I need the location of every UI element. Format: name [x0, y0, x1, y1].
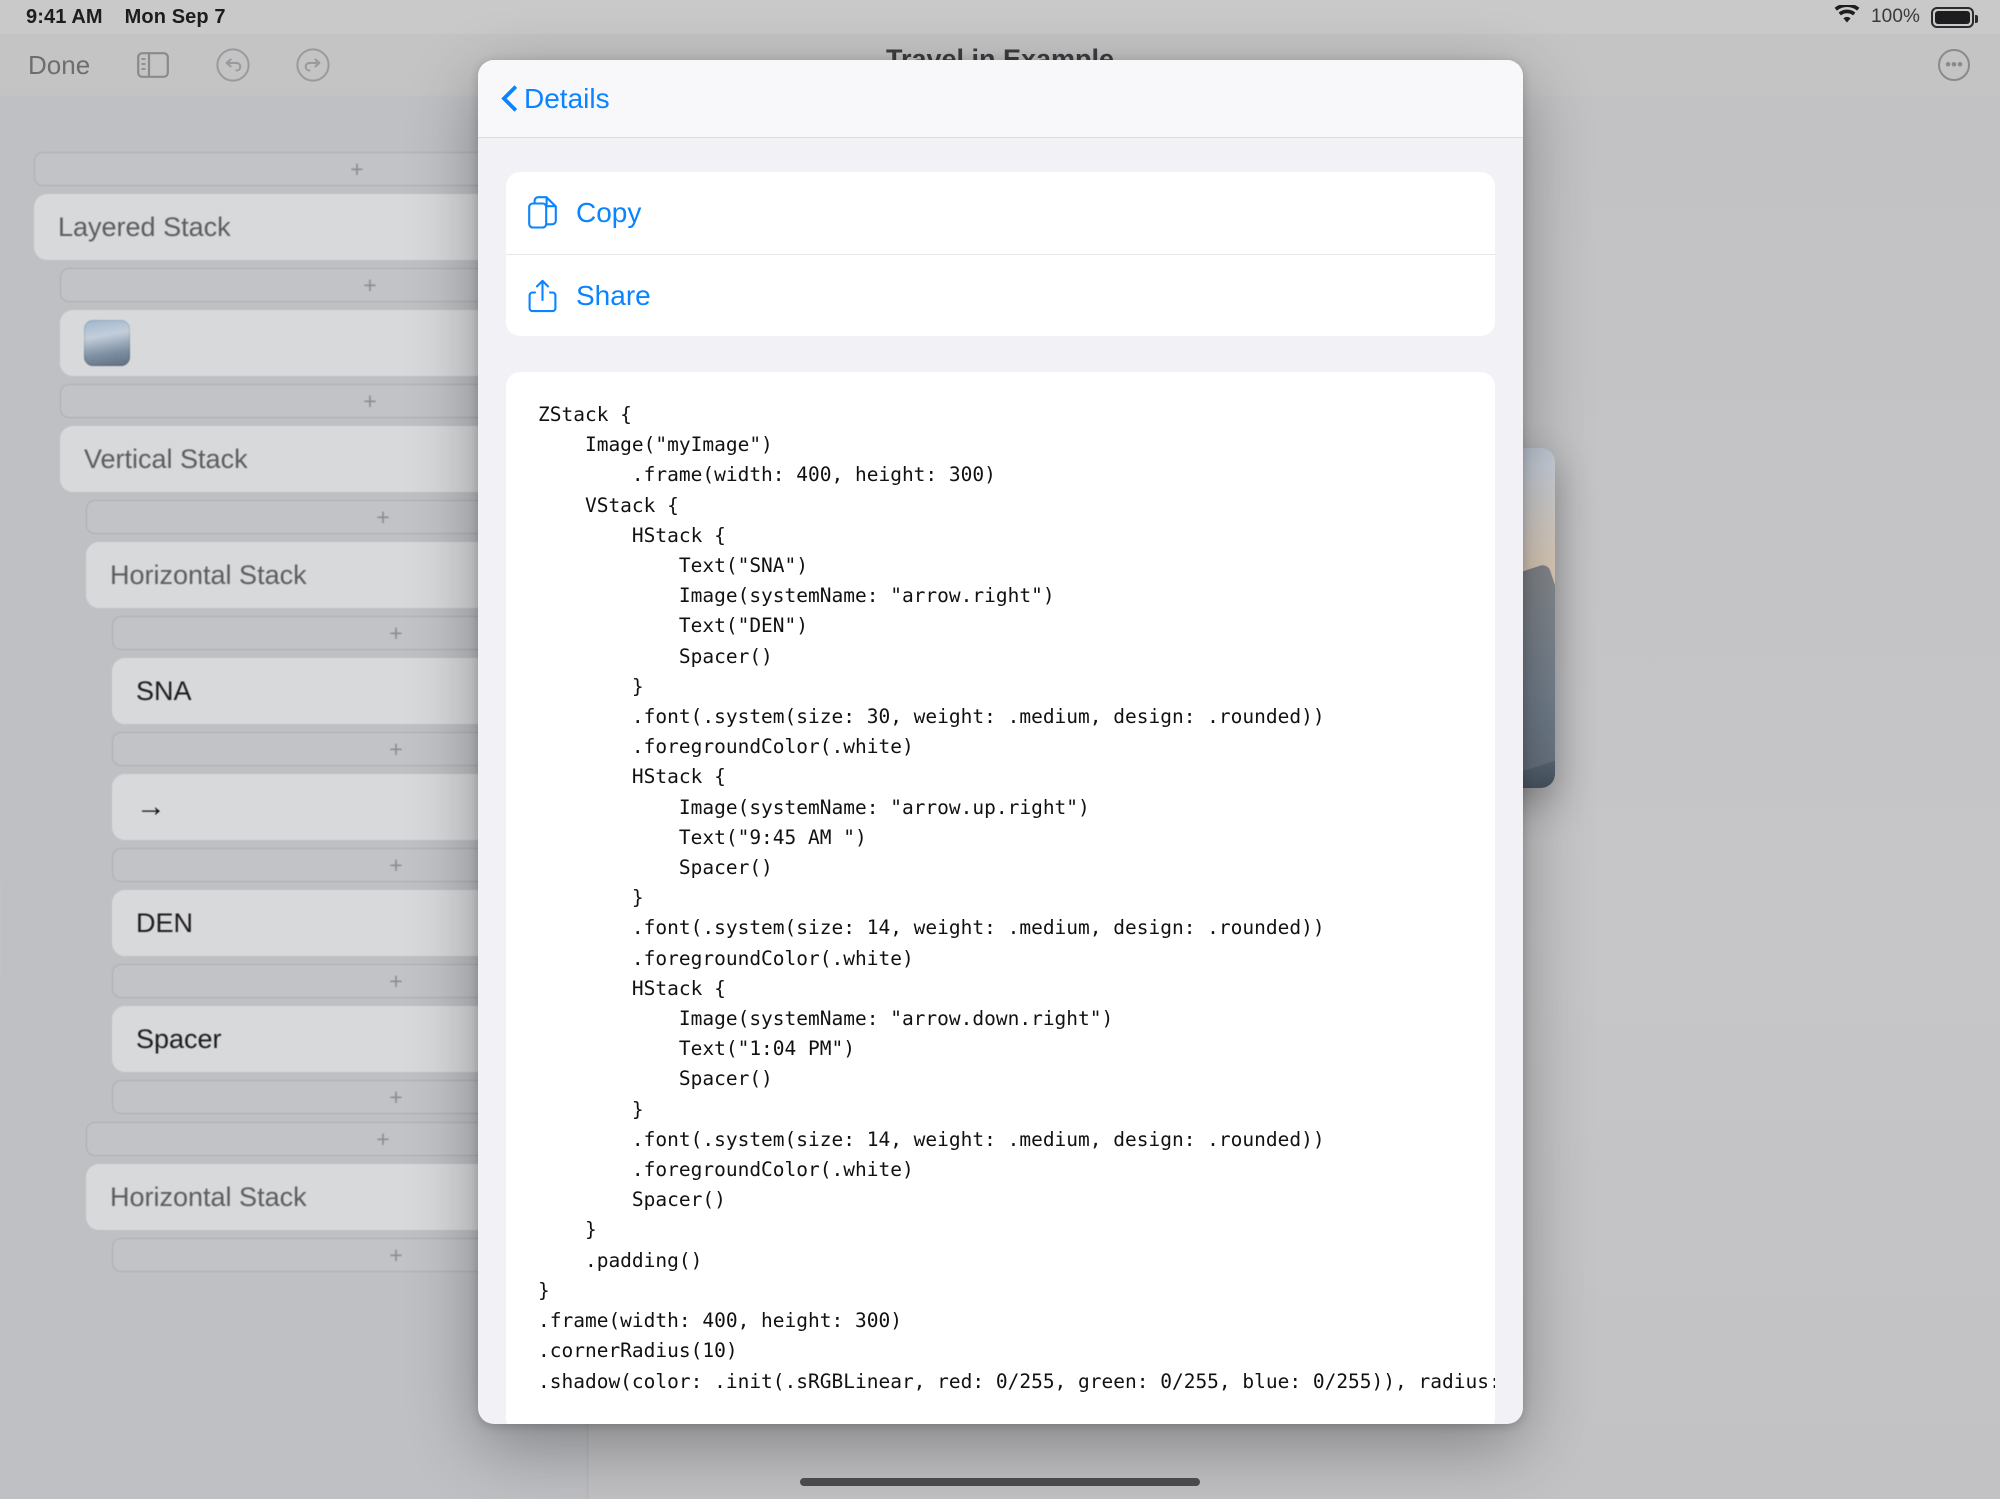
copy-action-label: Copy [576, 197, 642, 228]
back-button[interactable]: Details [502, 83, 610, 115]
plus-icon: + [389, 1083, 403, 1110]
share-square-up-arrow-icon [528, 279, 558, 313]
status-bar: 9:41 AM Mon Sep 7 100% [0, 0, 2000, 34]
image-thumbnail [84, 320, 130, 366]
modal-nav-bar: Details [478, 60, 1523, 138]
chevron-left-icon [502, 85, 518, 113]
actions-card: Copy Share [506, 172, 1495, 336]
plus-icon: + [389, 851, 403, 878]
element-label: Horizontal Stack [110, 1181, 307, 1212]
status-time: 9:41 AM [26, 5, 103, 28]
wifi-icon [1834, 2, 1860, 30]
share-action-row[interactable]: Share [506, 254, 1495, 336]
screen-root: 9:41 AM Mon Sep 7 100% Done ••• Travel i… [0, 0, 2000, 1499]
element-label: Horizontal Stack [110, 559, 307, 590]
plus-icon: + [389, 1241, 403, 1268]
status-date: Mon Sep 7 [124, 5, 226, 28]
plus-icon: + [350, 155, 364, 182]
plus-icon: + [363, 271, 377, 298]
plus-icon: + [363, 387, 377, 414]
modal-body: Copy Share ZStack { Image("myImage") .fr… [478, 138, 1523, 1424]
back-button-label: Details [524, 82, 610, 114]
arrow-right-icon: → [136, 790, 166, 823]
plus-icon: + [376, 1125, 390, 1152]
copy-documents-icon [528, 196, 558, 230]
battery-percent-label: 100% [1871, 6, 1920, 27]
element-label: DEN [136, 907, 194, 938]
element-label: Spacer [136, 1023, 222, 1054]
copy-action-row[interactable]: Copy [506, 172, 1495, 254]
code-card[interactable]: ZStack { Image("myImage") .frame(width: … [506, 372, 1495, 1424]
plus-icon: + [389, 619, 403, 646]
element-label: Layered Stack [58, 211, 231, 242]
element-label: SNA [136, 675, 192, 706]
element-label: Vertical Stack [84, 443, 248, 474]
plus-icon: + [389, 967, 403, 994]
plus-icon: + [389, 735, 403, 762]
code-block: ZStack { Image("myImage") .frame(width: … [538, 403, 1495, 1393]
share-action-label: Share [576, 279, 651, 311]
home-indicator [800, 1478, 1200, 1486]
plus-icon: + [376, 503, 390, 530]
details-modal: Details Copy Share ZStack {Image("myIma… [478, 60, 1523, 1424]
battery-full-icon [1931, 6, 1978, 28]
